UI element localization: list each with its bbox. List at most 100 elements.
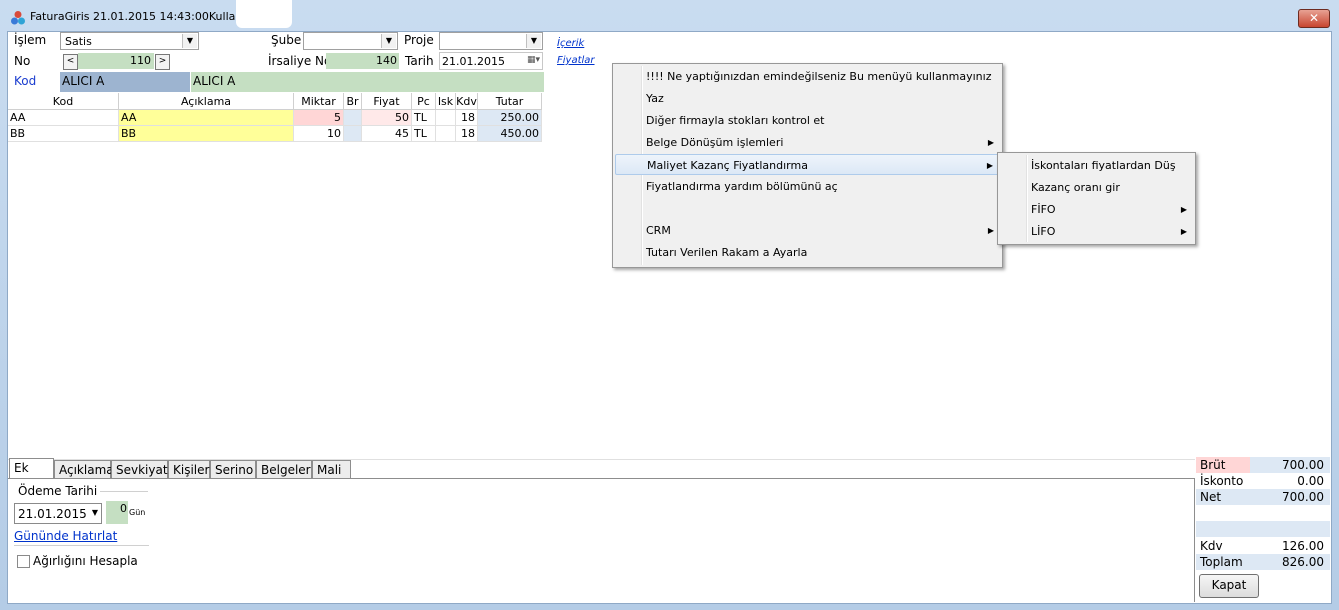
cell-miktar[interactable]: 5	[294, 110, 344, 126]
iskonto-label: İskonto	[1200, 474, 1244, 488]
menu-item-tutar-ayarla[interactable]: Tutarı Verilen Rakam a Ayarla	[615, 242, 1000, 263]
submenu-item-fifo[interactable]: FİFO ▶	[1000, 199, 1193, 220]
brut-value: 700.00	[1282, 458, 1324, 472]
col-header-kod[interactable]: Kod	[8, 93, 119, 110]
menu-item-yardim[interactable]: Fiyatlandırma yardım bölümünü aç	[615, 176, 1000, 197]
menu-item-label: Kazanç oranı gir	[1031, 181, 1120, 194]
next-button[interactable]: >	[155, 54, 170, 70]
col-header-pc[interactable]: Pc	[412, 93, 436, 110]
irsaliye-label: İrsaliye No	[268, 54, 332, 68]
cell-kdv[interactable]: 18	[456, 126, 478, 142]
tarih-value: 21.01.2015	[442, 55, 505, 68]
gun-input[interactable]: 0	[106, 501, 128, 524]
col-header-tutar[interactable]: Tutar	[478, 93, 542, 110]
col-header-aciklama[interactable]: Açıklama	[119, 93, 294, 110]
items-grid[interactable]: Kod Açıklama Miktar Br Fiyat Pc Isk Kdv …	[8, 93, 542, 145]
proje-select[interactable]: ▼	[439, 32, 543, 50]
context-menu: !!!! Ne yaptığınızdan emindeğilseniz Bu …	[612, 63, 1003, 268]
menu-item-blank[interactable]	[615, 198, 1000, 219]
menu-item-label: CRM	[646, 224, 671, 237]
tab-ek[interactable]: Ek	[9, 458, 54, 479]
tab-sevkiyat[interactable]: Sevkiyat	[111, 460, 168, 479]
menu-item-yaz[interactable]: Yaz	[615, 88, 1000, 109]
cell-kod[interactable]: BB	[8, 126, 119, 142]
menu-item-maliyet[interactable]: Maliyet Kazanç Fiyatlandırma ▶	[615, 154, 1000, 175]
kapat-button[interactable]: Kapat	[1199, 574, 1259, 598]
submenu-item-lifo[interactable]: LİFO ▶	[1000, 221, 1193, 242]
kod-label: Kod	[14, 74, 37, 88]
menu-item-label: LİFO	[1031, 225, 1056, 238]
submenu-item-iskonto[interactable]: İskontaları fiyatlardan Düş	[1000, 155, 1193, 176]
menu-item-label: Belge Dönüşüm işlemleri	[646, 136, 784, 149]
tab-aciklama[interactable]: Açıklama	[54, 460, 114, 479]
fiyatlar-link[interactable]: Fiyatlar	[557, 55, 595, 66]
menu-item-crm[interactable]: CRM ▶	[615, 220, 1000, 241]
prev-button[interactable]: <	[63, 54, 78, 70]
submenu-arrow-icon: ▶	[987, 138, 994, 147]
menu-item-label: Yaz	[646, 92, 664, 105]
net-label: Net	[1200, 490, 1222, 504]
irsaliye-input[interactable]: 140	[326, 53, 399, 69]
close-button[interactable]: ✕	[1298, 9, 1330, 28]
tarih-picker[interactable]: 21.01.2015 ▦▾	[439, 52, 543, 70]
cell-br[interactable]	[344, 110, 362, 126]
brut-label: Brüt	[1200, 458, 1226, 472]
col-header-isk[interactable]: Isk	[436, 93, 456, 110]
cell-tutar[interactable]: 450.00	[478, 126, 542, 142]
no-input[interactable]: 110	[78, 53, 154, 69]
kod-input[interactable]: ALICI A	[60, 72, 190, 92]
app-icon	[11, 11, 25, 25]
tab-strip: Ek Açıklama Sevkiyat Kişiler Serino Belg…	[9, 458, 351, 479]
title-bar: FaturaGiris 21.01.2015 14:43:00Kullanıcı…	[0, 0, 1339, 30]
divider	[14, 545, 149, 546]
chevron-down-icon[interactable]: ▼	[92, 508, 98, 517]
cell-kdv[interactable]: 18	[456, 110, 478, 126]
col-header-kdv[interactable]: Kdv	[456, 93, 478, 110]
tab-kisiler[interactable]: Kişiler	[168, 460, 210, 479]
sube-select[interactable]: ▼	[303, 32, 398, 50]
islem-select[interactable]: Satis ▼	[60, 32, 199, 50]
no-label: No	[14, 54, 31, 68]
col-header-fiyat[interactable]: Fiyat	[362, 93, 412, 110]
chevron-down-icon[interactable]: ▼	[526, 34, 541, 48]
chevron-down-icon[interactable]: ▼	[381, 34, 396, 48]
sube-label: Şube	[271, 33, 302, 47]
odeme-date-picker[interactable]: 21.01.2015 ▼	[14, 503, 102, 524]
col-header-miktar[interactable]: Miktar	[294, 93, 344, 110]
col-header-br[interactable]: Br	[344, 93, 362, 110]
menu-item-label: İskontaları fiyatlardan Düş	[1031, 159, 1176, 172]
cell-isk[interactable]	[436, 126, 456, 142]
toplam-value: 826.00	[1282, 555, 1324, 569]
hatirlat-link[interactable]: Gününde Hatırlat	[14, 529, 117, 543]
chevron-down-icon[interactable]: ▼	[182, 34, 197, 48]
odeme-date-value: 21.01.2015	[18, 507, 87, 521]
cell-fiyat[interactable]: 45	[362, 126, 412, 142]
agirlik-checkbox[interactable]	[17, 555, 30, 568]
cell-aciklama[interactable]: BB	[119, 126, 294, 142]
tab-belgeler[interactable]: Belgeler	[256, 460, 312, 479]
toplam-label: Toplam	[1200, 555, 1243, 569]
calendar-icon[interactable]: ▦▾	[527, 55, 540, 65]
menu-item-warning[interactable]: !!!! Ne yaptığınızdan emindeğilseniz Bu …	[615, 66, 1000, 87]
cell-fiyat[interactable]: 50	[362, 110, 412, 126]
submenu-item-kazanc[interactable]: Kazanç oranı gir	[1000, 177, 1193, 198]
cell-pc[interactable]: TL	[412, 126, 436, 142]
cell-kod[interactable]: AA	[8, 110, 119, 126]
net-value: 700.00	[1282, 490, 1324, 504]
menu-item-belge-donusum[interactable]: Belge Dönüşüm işlemleri ▶	[615, 132, 1000, 153]
cell-aciklama[interactable]: AA	[119, 110, 294, 126]
kdv-label: Kdv	[1200, 539, 1223, 553]
iskonto-value: 0.00	[1297, 474, 1324, 488]
tab-serino[interactable]: Serino	[210, 460, 256, 479]
cell-miktar[interactable]: 10	[294, 126, 344, 142]
cell-tutar[interactable]: 250.00	[478, 110, 542, 126]
tarih-label: Tarih	[405, 54, 434, 68]
cell-br[interactable]	[344, 126, 362, 142]
tab-panel-ek: Ödeme Tarihi 21.01.2015 ▼ 0 Gün Gününde …	[8, 478, 1195, 602]
cell-pc[interactable]: TL	[412, 110, 436, 126]
tab-mali[interactable]: Mali	[312, 460, 351, 479]
menu-item-label: !!!! Ne yaptığınızdan emindeğilseniz Bu …	[646, 70, 992, 83]
icerik-link[interactable]: İçerik	[557, 38, 584, 49]
cell-isk[interactable]	[436, 110, 456, 126]
menu-item-stok-kontrol[interactable]: Diğer firmayla stokları kontrol et	[615, 110, 1000, 131]
